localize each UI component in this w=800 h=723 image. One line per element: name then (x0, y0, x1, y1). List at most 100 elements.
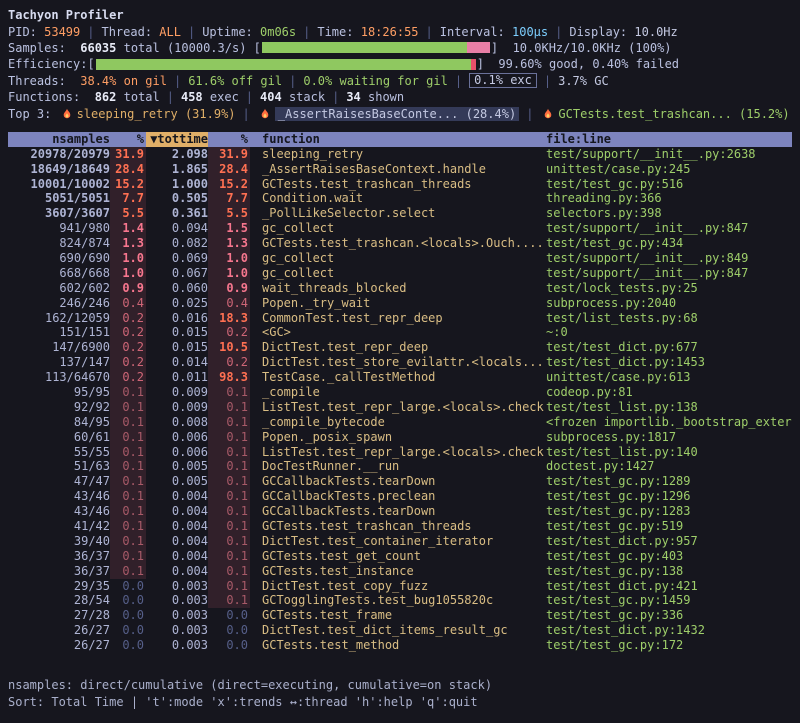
table-row[interactable]: 36/370.10.0040.1GCTests.test_instancetes… (8, 564, 792, 579)
samples-progress-bar (262, 42, 490, 53)
table-row[interactable]: 20978/2097931.92.09831.9sleeping_retryte… (8, 147, 792, 162)
cell-pct-direct: 0.0 (110, 593, 146, 608)
functions-count-label: stack (282, 90, 325, 104)
cell-function: GCTests.test_instance (250, 564, 546, 579)
cell-tottime: 0.004 (146, 489, 208, 504)
thread-stat: 38.4% on gil (80, 74, 167, 88)
cell-nsamples: 113/64670 (8, 370, 110, 385)
table-row[interactable]: 246/2460.40.0250.4Popen._try_waitsubproc… (8, 296, 792, 311)
bar-segment (467, 42, 490, 53)
column-header-nsamples[interactable]: nsamples (8, 132, 110, 147)
table-row[interactable]: 5051/50517.70.5057.7Condition.waitthread… (8, 191, 792, 206)
cell-pct-cumulative: 0.1 (208, 504, 250, 519)
table-row[interactable]: 60/610.10.0060.1Popen._posix_spawnsubpro… (8, 430, 792, 445)
table-row[interactable]: 18649/1864928.41.86528.4_AssertRaisesBas… (8, 162, 792, 177)
cell-tottime: 0.505 (146, 191, 208, 206)
table-row[interactable]: 39/400.10.0040.1DictTest.test_container_… (8, 534, 792, 549)
column-header-function[interactable]: function (250, 132, 546, 147)
separator: | (246, 90, 253, 104)
cell-nsamples: 41/42 (8, 519, 110, 534)
cell-tottime: 0.016 (146, 311, 208, 326)
cell-file-line: test/test_gc.py:434 (546, 236, 792, 251)
table-row[interactable]: 95/950.10.0090.1_compilecodeop.py:81 (8, 385, 792, 400)
cell-tottime: 0.003 (146, 579, 208, 594)
top-function[interactable]: GCTests.test_trashcan... (15.2%) (558, 107, 789, 121)
table-row[interactable]: 28/540.00.0030.1GCTogglingTests.test_bug… (8, 593, 792, 608)
top-function[interactable]: sleeping_retry (31.9%) (77, 107, 236, 121)
separator: | (167, 90, 174, 104)
cell-tottime: 0.069 (146, 251, 208, 266)
cell-tottime: 0.004 (146, 564, 208, 579)
cell-file-line: test/support/__init__.py:847 (546, 266, 792, 281)
table-row[interactable]: 162/120590.20.01618.3CommonTest.test_rep… (8, 311, 792, 326)
time-value: 18:26:55 (361, 25, 419, 39)
cell-pct-cumulative: 0.1 (208, 415, 250, 430)
table-row[interactable]: 43/460.10.0040.1GCCallbackTests.tearDown… (8, 504, 792, 519)
table-row[interactable]: 27/280.00.0030.0GCTests.test_frametest/t… (8, 608, 792, 623)
cell-file-line: test/test_gc.py:1289 (546, 474, 792, 489)
table-row[interactable]: 602/6020.90.0600.9wait_threads_blockedte… (8, 281, 792, 296)
table-row[interactable]: 29/350.00.0030.1DictTest.test_copy_fuzzt… (8, 579, 792, 594)
table-row[interactable]: 824/8741.30.0821.3GCTests.test_trashcan.… (8, 236, 792, 251)
cell-function: wait_threads_blocked (250, 281, 546, 296)
cell-pct-cumulative: 0.1 (208, 400, 250, 415)
fire-icon (259, 107, 271, 121)
cell-file-line: test/list_tests.py:68 (546, 311, 792, 326)
cell-pct-direct: 0.1 (110, 430, 146, 445)
cell-pct-direct: 0.9 (110, 281, 146, 296)
table-row[interactable]: 668/6681.00.0671.0gc_collecttest/support… (8, 266, 792, 281)
cell-file-line: test/test_gc.py:1283 (546, 504, 792, 519)
table-row[interactable]: 36/370.10.0040.1GCTests.test_get_countte… (8, 549, 792, 564)
table-row[interactable]: 151/1510.20.0150.2<GC>~:0 (8, 325, 792, 340)
table-row[interactable]: 26/270.00.0030.0GCTests.test_methodtest/… (8, 638, 792, 653)
cell-tottime: 0.094 (146, 221, 208, 236)
table-row[interactable]: 84/950.10.0080.1_compile_bytecode<frozen… (8, 415, 792, 430)
thread-stat: 3.7% GC (558, 74, 609, 88)
cell-tottime: 0.006 (146, 445, 208, 460)
cell-tottime: 0.015 (146, 325, 208, 340)
time-label: Time: (317, 25, 360, 39)
table-row[interactable]: 3607/36075.50.3615.5_PollLikeSelector.se… (8, 206, 792, 221)
column-header-pct-cumulative[interactable]: % (208, 132, 250, 147)
cell-nsamples: 29/35 (8, 579, 110, 594)
cell-function: GCTests.test_method (250, 638, 546, 653)
table-row[interactable]: 26/270.00.0030.0DictTest.test_dict_items… (8, 623, 792, 638)
table-row[interactable]: 92/920.10.0090.1ListTest.test_repr_large… (8, 400, 792, 415)
cell-nsamples: 26/27 (8, 638, 110, 653)
cell-nsamples: 20978/20979 (8, 147, 110, 162)
table-row[interactable]: 55/550.10.0060.1ListTest.test_repr_large… (8, 445, 792, 460)
table-row[interactable]: 941/9801.40.0941.5gc_collecttest/support… (8, 221, 792, 236)
column-header-pct-direct[interactable]: % (110, 132, 146, 147)
cell-file-line: <frozen importlib._bootstrap_external (546, 415, 792, 430)
cell-pct-direct: 0.0 (110, 579, 146, 594)
cell-file-line: test/test_list.py:140 (546, 445, 792, 460)
cell-file-line: test/test_gc.py:519 (546, 519, 792, 534)
table-row[interactable]: 690/6901.00.0691.0gc_collecttest/support… (8, 251, 792, 266)
column-header-tottime-sorted[interactable]: ▼tottime (146, 132, 208, 147)
table-row[interactable]: 147/69000.20.01510.5DictTest.test_repr_d… (8, 340, 792, 355)
cell-tottime: 0.011 (146, 370, 208, 385)
table-row[interactable]: 43/460.10.0040.1GCCallbackTests.preclean… (8, 489, 792, 504)
cell-pct-cumulative: 0.1 (208, 534, 250, 549)
cell-pct-direct: 0.1 (110, 489, 146, 504)
table-row[interactable]: 137/1470.20.0140.2DictTest.test_store_ev… (8, 355, 792, 370)
tachyon-profiler-app: Tachyon Profiler PID: 53499 | Thread: AL… (0, 0, 800, 723)
column-header-file-line[interactable]: file:line (546, 132, 792, 147)
top-function[interactable]: _AssertRaisesBaseConte... (28.4%) (275, 107, 519, 121)
table-row[interactable]: 41/420.10.0040.1GCTests.test_trashcan_th… (8, 519, 792, 534)
cell-tottime: 0.004 (146, 504, 208, 519)
table-row[interactable]: 113/646700.20.01198.3TestCase._callTestM… (8, 370, 792, 385)
separator: | (555, 25, 562, 39)
cell-nsamples: 18649/18649 (8, 162, 110, 177)
thread-value[interactable]: ALL (159, 25, 181, 39)
table-row[interactable]: 51/630.10.0050.1DocTestRunner.__rundocte… (8, 459, 792, 474)
cell-pct-cumulative: 0.2 (208, 355, 250, 370)
cell-file-line: unittest/case.py:613 (546, 370, 792, 385)
table-row[interactable]: 47/470.10.0050.1GCCallbackTests.tearDown… (8, 474, 792, 489)
table-row[interactable]: 10001/1000215.21.00015.2GCTests.test_tra… (8, 177, 792, 192)
cell-pct-direct: 1.3 (110, 236, 146, 251)
cell-tottime: 0.005 (146, 474, 208, 489)
cell-tottime: 0.060 (146, 281, 208, 296)
cell-nsamples: 602/602 (8, 281, 110, 296)
cell-pct-cumulative: 31.9 (208, 147, 250, 162)
